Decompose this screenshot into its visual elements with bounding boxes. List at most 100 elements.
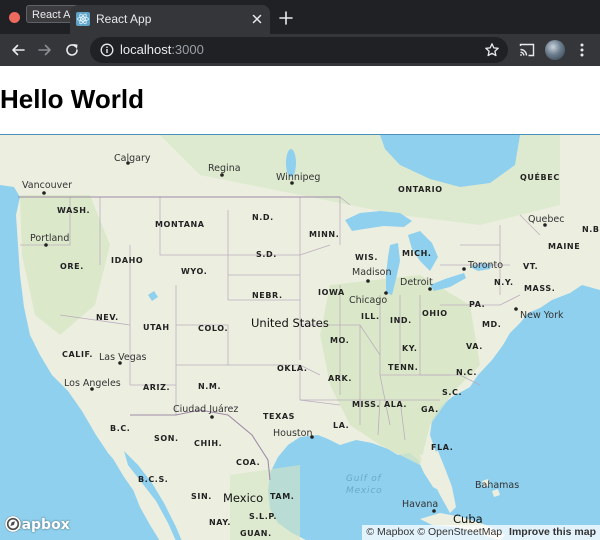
map-label-coa: COA. [236, 458, 260, 467]
map-label-bahamas: Bahamas [475, 480, 519, 491]
map-label-houston: Houston [273, 428, 312, 439]
map-label-ill: ILL. [361, 312, 380, 321]
map-label-havana: Havana [402, 499, 438, 510]
map-label-tam: TAM. [270, 492, 294, 501]
map-label-ark: ARK. [328, 374, 352, 383]
map-label-fla: FLA. [431, 443, 453, 452]
close-window-icon[interactable] [9, 12, 20, 23]
tab-title: React App [96, 12, 152, 26]
url-port: :3000 [171, 42, 204, 57]
map-label-montana: MONTANA [155, 220, 205, 229]
more-menu-icon[interactable] [576, 42, 588, 58]
map-label-minn: MINN. [309, 230, 339, 239]
map-label-nd: N.D. [252, 213, 274, 222]
map-label-chih: CHIH. [194, 439, 222, 448]
back-arrow-icon[interactable] [10, 42, 26, 58]
map-label-vancouver: Vancouver [22, 180, 72, 191]
address-bar[interactable]: localhost:3000 [90, 37, 508, 63]
map-label-ontario: ONTARIO [398, 185, 443, 194]
mapbox-logo[interactable]: mapbox [4, 515, 70, 535]
map-label-son: SON. [154, 434, 179, 443]
map-label-ala: ALA. [384, 400, 407, 409]
map-label-idaho: IDAHO [111, 256, 143, 265]
map-label-slp: S.L.P. [249, 512, 277, 521]
map-label-gulf-line1: Gulf of [346, 474, 383, 484]
map-basemap: United States Mexico Cuba Gulf of Mexico… [0, 135, 600, 540]
profile-avatar[interactable] [545, 40, 565, 60]
attribution-osm-link[interactable]: © OpenStreetMap [417, 526, 502, 538]
map-label-wis: WIS. [355, 253, 378, 262]
map-label-las-vegas: Las Vegas [99, 352, 147, 363]
browser-tab[interactable]: React App [70, 5, 270, 34]
map-label-texas: TEXAS [263, 412, 295, 421]
site-info-icon[interactable] [100, 43, 114, 57]
map-label-mo: MO. [330, 336, 349, 345]
map-label-nebr: NEBR. [252, 291, 283, 300]
mapbox-logo-icon [4, 515, 22, 533]
map-label-wyo: WYO. [181, 267, 207, 276]
browser-toolbar: localhost:3000 [0, 34, 600, 66]
map-canvas[interactable]: United States Mexico Cuba Gulf of Mexico… [0, 134, 600, 540]
map-label-maine: MAINE [548, 242, 580, 251]
map-label-cuba: Cuba [453, 512, 483, 526]
map-label-quebec-province: QUÉBEC [520, 171, 560, 182]
map-label-okla: OKLA. [277, 364, 307, 373]
map-label-la: LA. [333, 421, 349, 430]
map-label-ohio: OHIO [422, 309, 448, 318]
map-label-nm: N.M. [198, 382, 221, 391]
map-label-ciudad-juarez: Ciudad Juárez [173, 404, 238, 415]
map-label-pa: PA. [469, 300, 485, 309]
map-label-ore: ORE. [60, 262, 84, 271]
react-favicon-icon [76, 12, 90, 26]
map-label-ga: GA. [421, 405, 439, 414]
map-label-utah: UTAH [143, 323, 170, 332]
map-label-toronto: Toronto [467, 260, 503, 271]
map-label-bc: B.C. [110, 424, 130, 433]
map-label-ariz: ARIZ. [143, 383, 170, 392]
cast-icon[interactable] [519, 42, 535, 58]
map-label-nev: NEV. [96, 313, 119, 322]
forward-arrow-icon[interactable] [37, 42, 53, 58]
improve-map-link[interactable]: Improve this map [509, 526, 596, 538]
bookmark-star-icon[interactable] [484, 42, 500, 58]
map-label-calgary: Calgary [114, 153, 151, 164]
map-label-madison: Madison [352, 267, 391, 278]
map-label-mass: MASS. [524, 284, 555, 293]
map-label-ky: KY. [402, 344, 418, 353]
map-label-ny: N.Y. [494, 278, 514, 287]
map-label-mich: MICH. [402, 249, 432, 258]
map-label-colo: COLO. [198, 324, 228, 333]
map-label-quebec: Quebec [528, 214, 564, 225]
map-label-miss: MISS. [352, 400, 380, 409]
map-label-md: MD. [482, 320, 501, 329]
map-label-tenn: TENN. [388, 363, 418, 372]
page-heading: Hello World [0, 84, 144, 114]
map-label-va: VA. [466, 342, 483, 351]
map-label-chicago: Chicago [349, 295, 387, 306]
map-label-vt: VT. [523, 262, 538, 271]
browser-tab-strip: React App React App [0, 0, 600, 34]
map-label-iowa: IOWA [318, 288, 345, 297]
map-label-sin: SIN. [191, 492, 212, 501]
map-label-new-york: New York [520, 310, 564, 321]
map-label-bcs: B.C.S. [138, 475, 168, 484]
map-label-nb: N.B [582, 225, 600, 234]
map-label-mexico: Mexico [223, 491, 263, 505]
map-label-detroit: Detroit [400, 277, 433, 288]
map-label-ind: IND. [390, 316, 412, 325]
map-label-winnipeg: Winnipeg [276, 172, 320, 183]
url-host: localhost [120, 42, 172, 57]
new-tab-icon[interactable] [279, 11, 293, 25]
map-label-united-states: United States [251, 316, 329, 330]
map-label-sc: S.C. [442, 388, 462, 397]
attribution-mapbox-link[interactable]: © Mapbox [366, 526, 414, 538]
map-label-regina: Regina [208, 163, 241, 174]
map-attribution: © Mapbox © OpenStreetMap Improve this ma… [362, 525, 600, 540]
url-text[interactable]: localhost:3000 [120, 43, 204, 57]
reload-icon[interactable] [64, 42, 80, 58]
close-tab-icon[interactable] [250, 12, 264, 26]
map-label-calif: CALIF. [62, 350, 93, 359]
map-label-portland: Portland [30, 233, 69, 244]
map-label-sd: S.D. [256, 250, 277, 259]
map-label-nay: NAY. [209, 518, 231, 527]
